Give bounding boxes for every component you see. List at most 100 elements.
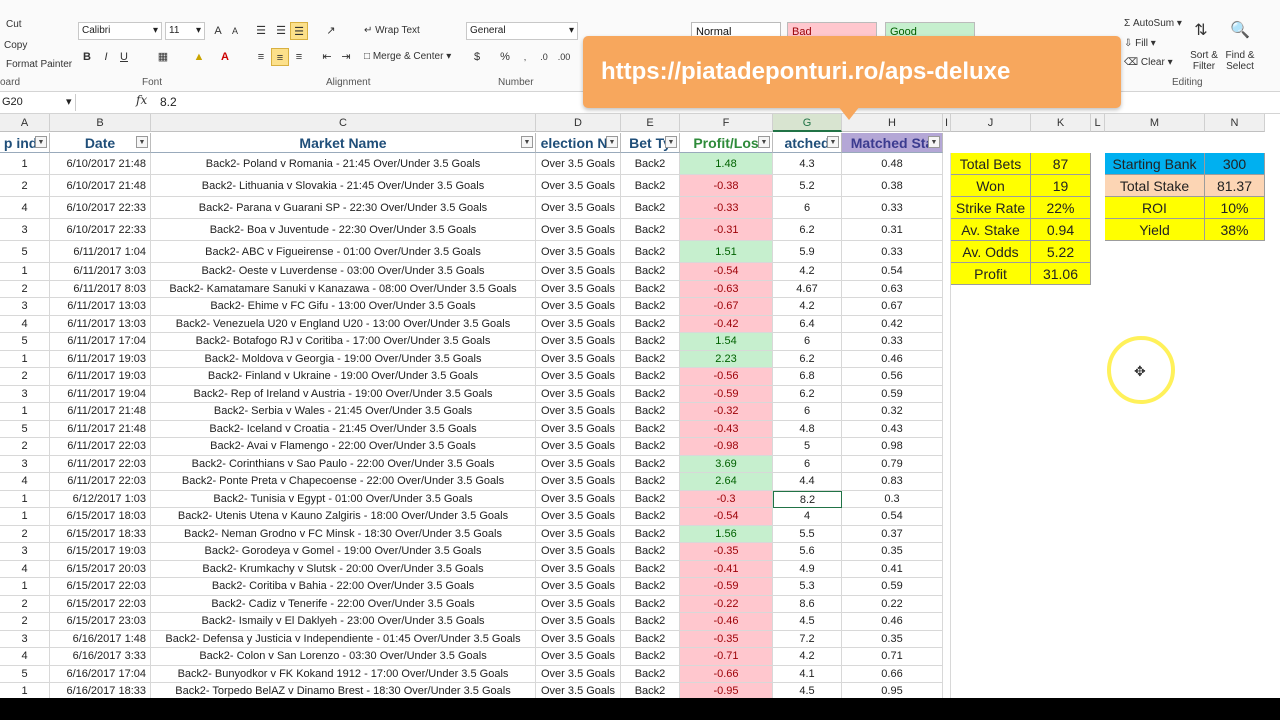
cell-bet[interactable]: Back2 (621, 508, 680, 526)
font-color-icon[interactable]: A (216, 48, 234, 66)
cell-odds[interactable]: 4.2 (773, 263, 842, 281)
cell-market[interactable]: Back2- Finland v Ukraine - 19:00 Over/Un… (151, 368, 536, 386)
cell-odds[interactable]: 4.9 (773, 560, 842, 578)
cell-stake[interactable]: 0.33 (842, 333, 943, 351)
cell-a[interactable]: 3 (0, 455, 50, 473)
cell-pl[interactable]: -0.43 (680, 420, 773, 438)
cell-i[interactable] (943, 263, 951, 281)
cell-bet[interactable]: Back2 (621, 438, 680, 456)
cell-a[interactable]: 1 (0, 153, 50, 175)
cell-market[interactable]: Back2- Neman Grodno v FC Minsk - 18:30 O… (151, 525, 536, 543)
cell-stake[interactable]: 0.54 (842, 508, 943, 526)
cell-a[interactable]: 2 (0, 595, 50, 613)
cell-sel[interactable]: Over 3.5 Goals (536, 473, 621, 491)
merge-center-button[interactable]: □ Merge & Center ▾ (364, 51, 451, 62)
cell-stake[interactable]: 0.32 (842, 403, 943, 421)
cell-pl[interactable]: -0.3 (680, 490, 773, 508)
cell-a[interactable]: 2 (0, 368, 50, 386)
column-header-f[interactable]: F (680, 114, 773, 132)
cell-market[interactable]: Back2- Botafogo RJ v Coritiba - 17:00 Ov… (151, 333, 536, 351)
column-header-j[interactable]: J (951, 114, 1031, 132)
cell-stake[interactable]: 0.43 (842, 420, 943, 438)
cell-market[interactable]: Back2- Poland v Romania - 21:45 Over/Und… (151, 153, 536, 175)
cell-date[interactable]: 6/11/2017 19:03 (50, 368, 151, 386)
cell-date[interactable]: 6/16/2017 1:48 (50, 630, 151, 648)
cell-pl[interactable]: -0.22 (680, 595, 773, 613)
cell-stake[interactable]: 0.33 (842, 197, 943, 219)
cell-bet[interactable]: Back2 (621, 219, 680, 241)
cell-sel[interactable]: Over 3.5 Goals (536, 508, 621, 526)
clear-button[interactable]: ⌫ Clear ▾ (1124, 57, 1173, 68)
filter-dropdown-icon[interactable]: ▼ (136, 136, 148, 148)
cell-i[interactable] (943, 333, 951, 351)
cell-a[interactable]: 5 (0, 241, 50, 263)
cell-sel[interactable]: Over 3.5 Goals (536, 298, 621, 316)
filter-dropdown-icon[interactable]: ▼ (827, 136, 839, 148)
column-header-i[interactable]: I (943, 114, 951, 132)
cell-pl[interactable]: -0.35 (680, 543, 773, 561)
cell-market[interactable]: Back2- Coritiba v Bahia - 22:00 Over/Und… (151, 578, 536, 596)
cell-pl[interactable]: 2.64 (680, 473, 773, 491)
cell-odds[interactable]: 6 (773, 403, 842, 421)
cell-pl[interactable]: -0.54 (680, 263, 773, 281)
cell-sel[interactable]: Over 3.5 Goals (536, 490, 621, 508)
cell-market[interactable]: Back2- Kamatamare Sanuki v Kanazawa - 08… (151, 280, 536, 298)
cell-a[interactable]: 4 (0, 560, 50, 578)
align-top-icon[interactable]: ☰ (252, 22, 270, 40)
cell-sel[interactable]: Over 3.5 Goals (536, 263, 621, 281)
cell-i[interactable] (943, 197, 951, 219)
cell-i[interactable] (943, 525, 951, 543)
column-header-g[interactable]: G (773, 114, 842, 132)
cell-i[interactable] (943, 315, 951, 333)
cell-a[interactable]: 1 (0, 490, 50, 508)
sort-filter-icon[interactable]: ⇅ (1192, 22, 1210, 40)
fill-color-icon[interactable]: ▲ (190, 48, 208, 66)
font-size-select[interactable]: 11 ▾ (165, 22, 205, 40)
cell-stake[interactable]: 0.38 (842, 175, 943, 197)
increase-decimal-icon[interactable]: .0 (535, 48, 553, 66)
cell-a[interactable]: 5 (0, 420, 50, 438)
cell-bet[interactable]: Back2 (621, 280, 680, 298)
cell-market[interactable]: Back2- ABC v Figueirense - 01:00 Over/Un… (151, 241, 536, 263)
fill-button[interactable]: ⇩ Fill ▾ (1124, 38, 1156, 49)
bold-icon[interactable]: B (78, 48, 96, 66)
borders-icon[interactable]: ▦ (154, 48, 172, 66)
cell-i[interactable] (943, 175, 951, 197)
cell-sel[interactable]: Over 3.5 Goals (536, 420, 621, 438)
column-header-b[interactable]: B (50, 114, 151, 132)
cell-bet[interactable]: Back2 (621, 473, 680, 491)
cell-i[interactable] (943, 455, 951, 473)
cell-a[interactable]: 1 (0, 263, 50, 281)
cell-sel[interactable]: Over 3.5 Goals (536, 543, 621, 561)
cell-date[interactable]: 6/10/2017 22:33 (50, 197, 151, 219)
cell-market[interactable]: Back2- Boa v Juventude - 22:30 Over/Unde… (151, 219, 536, 241)
cell-date[interactable]: 6/16/2017 17:04 (50, 665, 151, 683)
cell-i[interactable] (943, 613, 951, 631)
cell-bet[interactable]: Back2 (621, 350, 680, 368)
table-header-7[interactable]: atched ▼ (773, 133, 842, 153)
cell-stake[interactable]: 0.83 (842, 473, 943, 491)
cell-sel[interactable]: Over 3.5 Goals (536, 315, 621, 333)
cell-pl[interactable]: 1.54 (680, 333, 773, 351)
cell-stake[interactable]: 0.79 (842, 455, 943, 473)
cell-odds[interactable]: 5.9 (773, 241, 842, 263)
grow-font-icon[interactable]: A (209, 22, 227, 40)
cell-stake[interactable]: 0.41 (842, 560, 943, 578)
cell-a[interactable]: 4 (0, 473, 50, 491)
filter-dropdown-icon[interactable]: ▼ (758, 136, 770, 148)
cell-bet[interactable]: Back2 (621, 665, 680, 683)
cell-market[interactable]: Back2- Serbia v Wales - 21:45 Over/Under… (151, 403, 536, 421)
cell-i[interactable] (943, 473, 951, 491)
cell-sel[interactable]: Over 3.5 Goals (536, 403, 621, 421)
align-left-icon[interactable]: ≡ (252, 48, 270, 66)
cell-bet[interactable]: Back2 (621, 560, 680, 578)
table-header-1[interactable]: p inde ▼ (0, 133, 50, 153)
cell-sel[interactable]: Over 3.5 Goals (536, 525, 621, 543)
cell-i[interactable] (943, 219, 951, 241)
cell-pl[interactable]: -0.32 (680, 403, 773, 421)
percent-icon[interactable]: % (496, 48, 514, 66)
cell-pl[interactable]: -0.98 (680, 438, 773, 456)
cell-stake[interactable]: 0.67 (842, 298, 943, 316)
cell-a[interactable]: 3 (0, 385, 50, 403)
cell-a[interactable]: 4 (0, 197, 50, 219)
